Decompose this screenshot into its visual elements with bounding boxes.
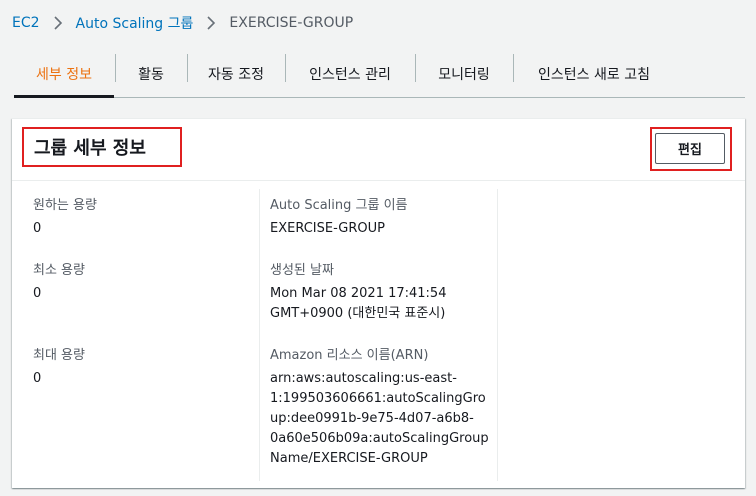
field-value: 0 bbox=[33, 371, 42, 386]
panel-title: 그룹 세부 정보 bbox=[22, 127, 182, 167]
field-value-line: 1:199503606661:autoScalingGro bbox=[270, 391, 486, 406]
field-value: 0 bbox=[33, 221, 42, 236]
column-divider bbox=[259, 189, 260, 481]
breadcrumb: EC2 Auto Scaling 그룹 EXERCISE-GROUP bbox=[12, 13, 353, 33]
tab-instance-management[interactable]: 인스턴스 관리 bbox=[286, 50, 414, 97]
breadcrumb-link-ec2[interactable]: EC2 bbox=[12, 15, 40, 31]
chevron-right-icon bbox=[201, 13, 221, 33]
breadcrumb-link-auto-scaling-groups[interactable]: Auto Scaling 그룹 bbox=[76, 13, 194, 33]
field-label: Auto Scaling 그룹 이름 bbox=[270, 198, 408, 213]
field-label: Amazon 리소스 이름(ARN) bbox=[270, 348, 429, 363]
tab-instance-refresh[interactable]: 인스턴스 새로 고침 bbox=[514, 50, 674, 97]
tab-bar: 세부 정보 활동 자동 조정 인스턴스 관리 모니터링 인스턴스 새로 고침 bbox=[14, 50, 745, 98]
tab-details[interactable]: 세부 정보 bbox=[14, 50, 114, 98]
tab-automatic-scaling[interactable]: 자동 조정 bbox=[188, 50, 284, 97]
field-value-line: arn:aws:autoscaling:us-east- bbox=[270, 371, 457, 386]
field-group-name: Auto Scaling 그룹 이름 EXERCISE-GROUP bbox=[270, 194, 408, 239]
field-value-line: 0a60e506b09a:autoScalingGroup bbox=[270, 431, 489, 446]
field-label: 최대 용량 bbox=[33, 348, 85, 363]
column-divider bbox=[497, 189, 498, 481]
panel-header: 그룹 세부 정보 편집 bbox=[12, 119, 745, 181]
edit-button[interactable]: 편집 bbox=[655, 133, 725, 164]
tab-monitoring[interactable]: 모니터링 bbox=[416, 50, 512, 97]
field-value-line: up:dee0991b-9e75-4d07-a6b8- bbox=[270, 411, 474, 426]
tab-activity[interactable]: 활동 bbox=[116, 50, 186, 97]
field-label: 생성된 날짜 bbox=[270, 263, 334, 278]
field-label: 최소 용량 bbox=[33, 263, 85, 278]
field-arn: Amazon 리소스 이름(ARN) arn:aws:autoscaling:u… bbox=[270, 344, 489, 469]
field-value: EXERCISE-GROUP bbox=[270, 221, 385, 236]
field-value-line: GMT+0900 (대한민국 표준시) bbox=[270, 306, 446, 321]
breadcrumb-current: EXERCISE-GROUP bbox=[229, 15, 354, 31]
field-max-capacity: 최대 용량 0 bbox=[33, 344, 85, 389]
field-value-line: Name/EXERCISE-GROUP bbox=[270, 451, 428, 466]
field-desired-capacity: 원하는 용량 0 bbox=[33, 194, 97, 239]
field-value-line: Mon Mar 08 2021 17:41:54 bbox=[270, 286, 447, 301]
field-created-date: 생성된 날짜 Mon Mar 08 2021 17:41:54 GMT+0900… bbox=[270, 259, 446, 324]
field-value: 0 bbox=[33, 286, 42, 301]
chevron-right-icon bbox=[48, 13, 68, 33]
group-details-panel: 그룹 세부 정보 편집 원하는 용량 0 최소 용량 0 최대 용량 0 Aut… bbox=[12, 118, 745, 488]
field-min-capacity: 최소 용량 0 bbox=[33, 259, 85, 304]
field-label: 원하는 용량 bbox=[33, 198, 97, 213]
